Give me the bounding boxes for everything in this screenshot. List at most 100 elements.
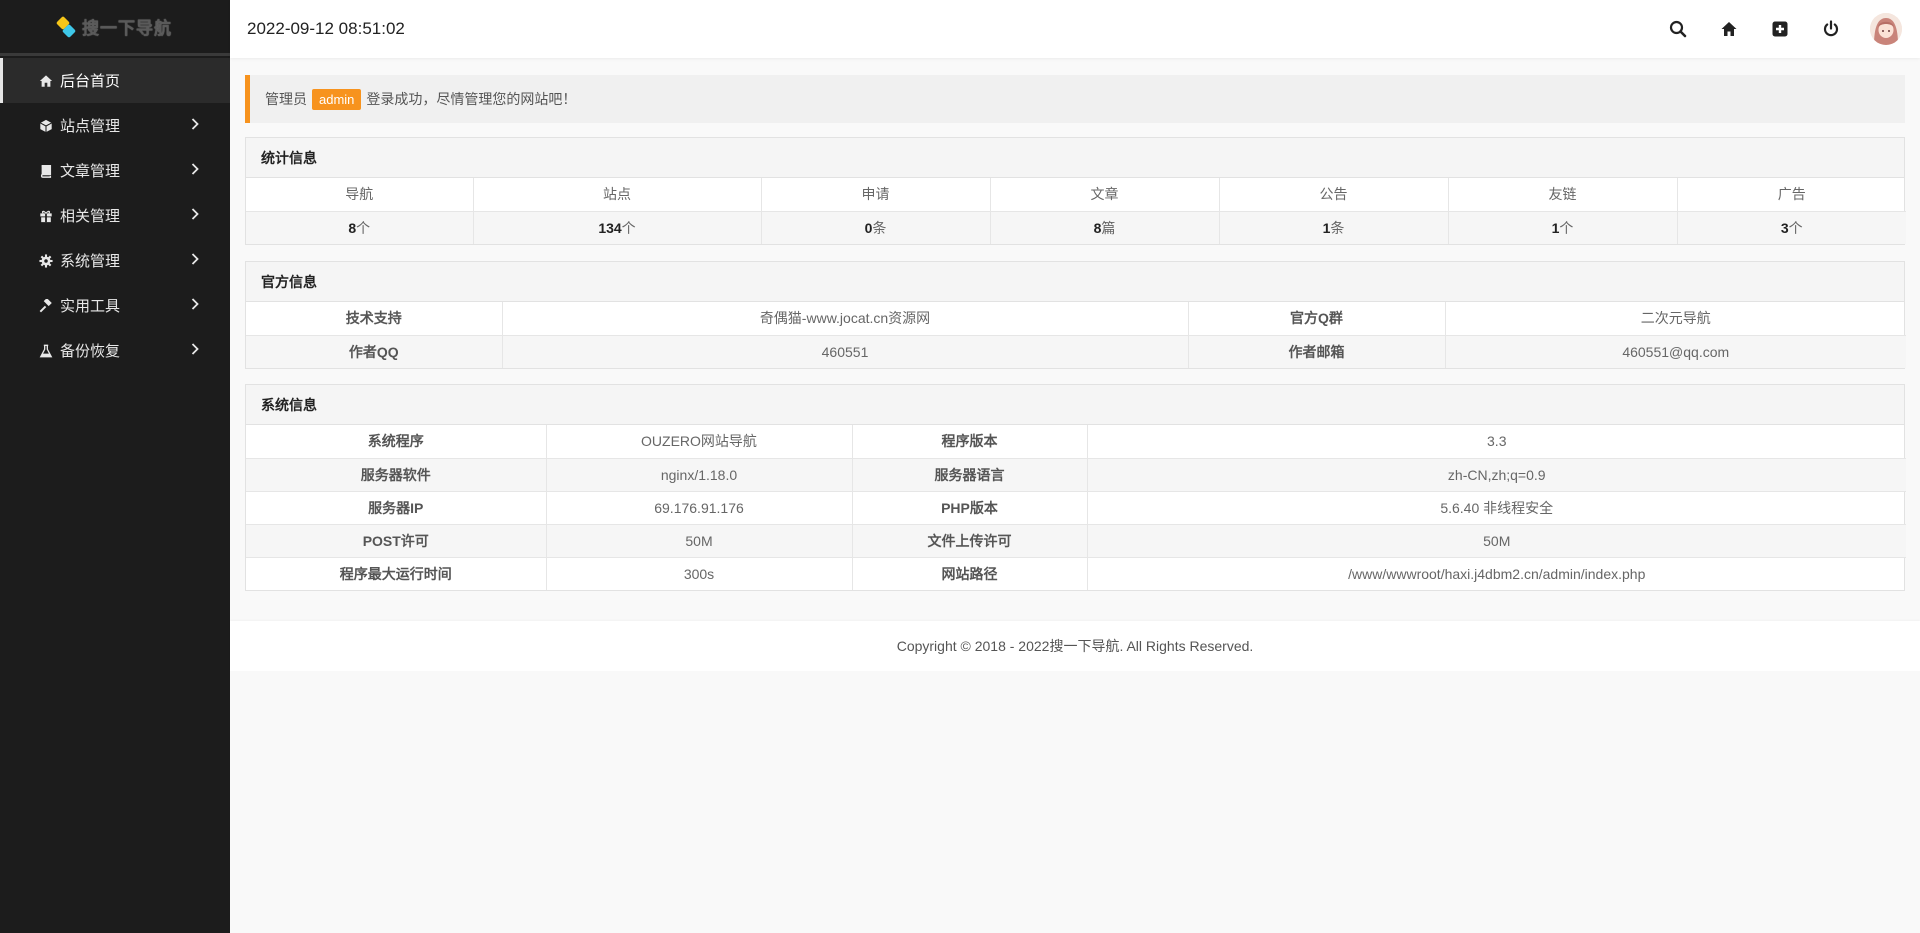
alert-prefix: 管理员 [265, 91, 307, 107]
sidebar-item-label: 备份恢复 [60, 343, 121, 360]
gear-icon [39, 253, 53, 268]
info-value: 460551@qq.com [1444, 334, 1906, 368]
panel-title: 系统信息 [246, 385, 1904, 425]
info-value: 5.6.40 非线程安全 [1086, 490, 1906, 525]
info-label: 服务器IP [246, 490, 547, 525]
official-info-table: 技术支持 奇偶猫-www.jocat.cn资源网 官方Q群 二次元导航 作者QQ… [246, 302, 1906, 368]
stats-value-cell: 1个 [1447, 210, 1678, 244]
stats-header-cell: 公告 [1218, 178, 1449, 212]
stat-unit: 条 [872, 219, 887, 236]
gift-icon [39, 209, 53, 223]
footer: Copyright © 2018 - 2022 搜一下导航 . All Righ… [230, 621, 1920, 671]
sidebar-item-dashboard[interactable]: 后台首页 [0, 58, 230, 103]
sidebar-item-label: 站点管理 [60, 118, 121, 135]
power-icon[interactable] [1819, 17, 1843, 41]
panel-title: 统计信息 [246, 138, 1904, 178]
stats-value-cell: 0条 [760, 210, 991, 244]
stat-unit: 条 [1330, 219, 1345, 236]
login-success-alert: 管理员 admin 登录成功，尽情管理您的网站吧！ [245, 75, 1905, 123]
stats-value-cell: 134个 [472, 210, 762, 244]
info-label: 程序最大运行时间 [246, 556, 547, 590]
stats-header-cell: 申请 [760, 178, 991, 212]
info-label: PHP版本 [851, 490, 1088, 525]
sidebar-nav: 后台首页 站点管理 文章管理 相关管理 系统管理 实用工具 备份恢复 [0, 56, 230, 373]
info-value: 奇偶猫-www.jocat.cn资源网 [501, 302, 1189, 336]
sidebar-item-related[interactable]: 相关管理 [0, 193, 230, 238]
table-row: 导航 站点 申请 文章 公告 友链 广告 [246, 178, 1906, 212]
stat-number: 134 [598, 219, 622, 236]
copyright-site-link[interactable]: 搜一下导航 [1049, 636, 1119, 656]
sidebar-item-label: 系统管理 [60, 253, 121, 270]
table-row: POST许可 50M 文件上传许可 50M [246, 523, 1906, 558]
sidebar-item-system[interactable]: 系统管理 [0, 238, 230, 283]
info-label: POST许可 [246, 523, 547, 558]
info-value: 50M [1086, 523, 1906, 558]
table-row: 服务器IP 69.176.91.176 PHP版本 5.6.40 非线程安全 [246, 490, 1906, 525]
chevron-right-icon [190, 117, 200, 135]
chevron-right-icon [190, 207, 200, 225]
info-label: 程序版本 [851, 425, 1088, 459]
table-row: 8个 134个 0条 8篇 1条 1个 3个 [246, 210, 1906, 244]
brand-name: 搜一下导航 [82, 19, 172, 39]
search-icon[interactable] [1666, 17, 1690, 41]
info-label: 系统程序 [246, 425, 547, 459]
copyright-prefix: Copyright © 2018 - 2022 [896, 638, 1050, 654]
info-value: 50M [545, 523, 853, 558]
stat-unit: 个 [621, 219, 636, 236]
table-row: 技术支持 奇偶猫-www.jocat.cn资源网 官方Q群 二次元导航 [246, 302, 1906, 336]
info-label: 官方Q群 [1187, 302, 1446, 336]
copyright-suffix: . All Rights Reserved. [1119, 638, 1254, 654]
info-label: 网站路径 [851, 556, 1088, 590]
stats-header-cell: 站点 [472, 178, 762, 212]
stats-header-cell: 文章 [989, 178, 1220, 212]
stats-header-cell: 导航 [246, 178, 474, 212]
sidebar-item-tools[interactable]: 实用工具 [0, 283, 230, 328]
book-icon [39, 164, 53, 178]
panel-title: 官方信息 [246, 262, 1904, 302]
stat-number: 8 [348, 219, 357, 236]
brand-logo[interactable]: 搜一下导航 [0, 0, 230, 56]
gavel-icon [39, 298, 53, 313]
header-actions [1666, 0, 1902, 58]
stats-table: 导航 站点 申请 文章 公告 友链 广告 8个 134个 0条 8篇 1条 1个… [246, 178, 1906, 244]
top-header: 2022-09-12 08:51:02 [230, 0, 1920, 58]
home-icon[interactable] [1717, 17, 1741, 41]
sidebar-item-articles[interactable]: 文章管理 [0, 148, 230, 193]
stat-unit: 个 [1788, 219, 1803, 236]
stats-value-cell: 8篇 [989, 210, 1220, 244]
logo-icon [55, 15, 77, 38]
stats-panel: 统计信息 导航 站点 申请 文章 公告 友链 广告 8个 134个 0条 8篇 … [245, 137, 1906, 245]
admin-username-badge: admin [312, 88, 362, 110]
stats-header-cell: 广告 [1676, 178, 1906, 212]
stat-number: 3 [1780, 219, 1789, 236]
info-value: 二次元导航 [1444, 302, 1906, 336]
sidebar-item-label: 实用工具 [60, 298, 121, 315]
info-label: 作者QQ [246, 334, 503, 368]
sidebar-item-label: 文章管理 [60, 163, 121, 180]
info-value: 3.3 [1086, 425, 1906, 459]
info-value: nginx/1.18.0 [545, 457, 853, 492]
info-label: 技术支持 [246, 302, 503, 336]
system-info-table: 系统程序 OUZERO网站导航 程序版本 3.3 服务器软件 nginx/1.1… [246, 425, 1906, 590]
sidebar: 搜一下导航 后台首页 站点管理 文章管理 相关管理 系统管理 实用工具 备份恢复 [0, 0, 230, 933]
chevron-right-icon [190, 252, 200, 270]
table-row: 作者QQ 460551 作者邮箱 460551@qq.com [246, 334, 1906, 368]
stats-value-cell: 8个 [246, 210, 474, 244]
system-info-panel: 系统信息 系统程序 OUZERO网站导航 程序版本 3.3 服务器软件 ngin… [245, 384, 1906, 591]
chevron-right-icon [190, 162, 200, 180]
info-label: 文件上传许可 [851, 523, 1088, 558]
alert-message: 登录成功，尽情管理您的网站吧！ [366, 91, 577, 107]
sidebar-item-label: 相关管理 [60, 208, 121, 225]
cube-icon [39, 119, 53, 133]
flask-icon [39, 344, 53, 358]
stat-unit: 个 [1559, 219, 1574, 236]
plus-square-icon[interactable] [1768, 17, 1792, 41]
sidebar-item-sites[interactable]: 站点管理 [0, 103, 230, 148]
table-row: 服务器软件 nginx/1.18.0 服务器语言 zh-CN,zh;q=0.9 [246, 457, 1906, 492]
sidebar-item-backup[interactable]: 备份恢复 [0, 328, 230, 373]
chevron-right-icon [190, 342, 200, 360]
avatar[interactable] [1870, 13, 1902, 45]
stat-unit: 个 [356, 219, 371, 236]
info-label: 服务器语言 [851, 457, 1088, 492]
info-value: /www/wwwroot/haxi.j4dbm2.cn/admin/index.… [1086, 556, 1906, 590]
